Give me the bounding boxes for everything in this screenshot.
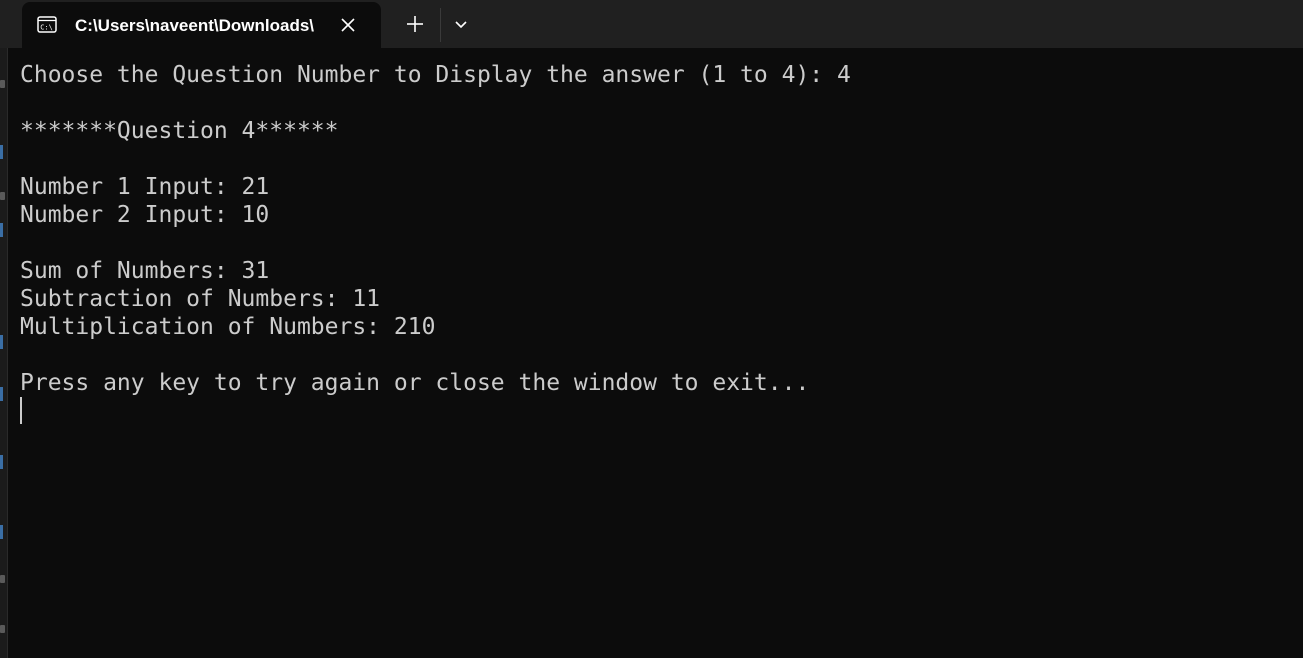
question-header-line: *******Question 4****** [20,118,339,144]
multiplication-result-line: Multiplication of Numbers: 210 [20,314,436,340]
svg-text:C:\: C:\ [40,24,53,32]
console-output[interactable]: Choose the Question Number to Display th… [8,48,1303,658]
plus-icon[interactable] [403,12,427,36]
number2-input-line: Number 2 Input: 10 [20,202,270,228]
chevron-down-icon[interactable] [450,13,472,35]
terminal-window: C:\ C:\Users\naveent\Downloads\ Choose t… [0,0,1303,658]
background-window-edge [0,0,8,658]
press-any-key-line: Press any key to try again or close the … [20,370,810,396]
subtraction-result-line: Subtraction of Numbers: 11 [20,286,381,312]
close-icon[interactable] [338,15,358,35]
title-bar: C:\ C:\Users\naveent\Downloads\ [0,0,1303,48]
text-cursor [20,397,22,424]
tab-title: C:\Users\naveent\Downloads\ [75,16,315,35]
terminal-tab[interactable]: C:\ C:\Users\naveent\Downloads\ [22,2,381,48]
number1-input-line: Number 1 Input: 21 [20,174,270,200]
sum-result-line: Sum of Numbers: 31 [20,258,270,284]
titlebar-divider [440,8,441,42]
terminal-icon: C:\ [37,16,57,33]
question-prompt-line: Choose the Question Number to Display th… [20,62,851,88]
